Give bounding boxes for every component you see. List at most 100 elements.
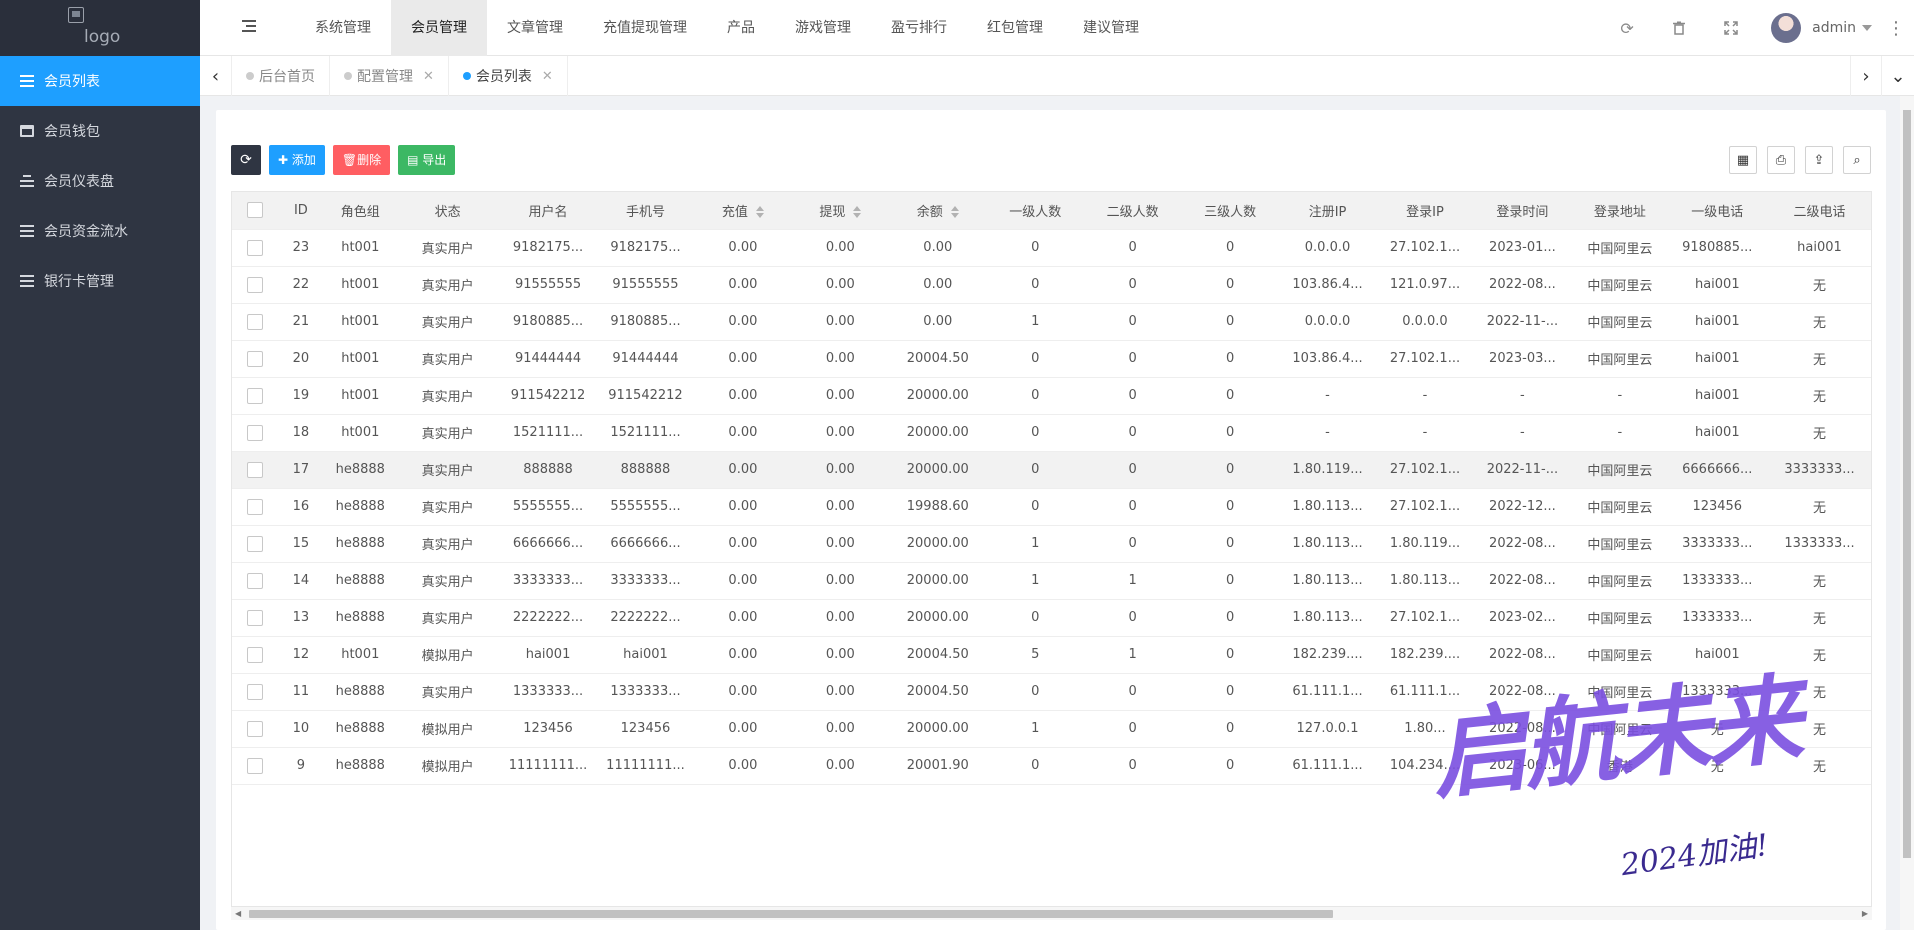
top-nav-game[interactable]: 游戏管理 [775,0,871,56]
row-checkbox[interactable] [246,276,263,293]
tab-config[interactable]: 配置管理 ✕ [330,56,449,96]
table-row[interactable]: 18 ht001 真实用户 1521111... 1521111... 0.00 0.00 2… [232,414,1871,452]
table-cell: hai001 [499,636,597,674]
column-header: 角色组 [324,192,396,230]
more-vertical-icon[interactable]: ⋮ [1878,0,1914,56]
table-cell: 2023-06... [1473,747,1572,785]
row-checkbox[interactable] [246,757,263,774]
sidebar-item-member-list[interactable]: 会员列表 [0,56,200,106]
top-nav-member[interactable]: 会员管理 [391,0,487,56]
tab-home[interactable]: 后台首页 [232,56,330,96]
sort-icon[interactable] [853,206,862,219]
vertical-scrollbar[interactable] [1900,96,1914,930]
table-row[interactable]: 20 ht001 真实用户 91444444 91444444 0.00 0.00 20004… [232,340,1871,378]
table-cell: hai001 [596,636,695,674]
scrollbar-thumb[interactable] [1903,110,1911,858]
columns-icon[interactable]: ▦ [1729,146,1757,174]
table-cell: 1333333... [1766,525,1871,563]
table-cell: he8888 [324,747,396,785]
add-button[interactable]: ✚ 添加 [269,145,325,175]
row-checkbox[interactable] [246,239,263,256]
table-row[interactable]: 16 he8888 真实用户 5555555... 5555555... 0.00 0.00… [232,488,1871,526]
scroll-left-icon[interactable]: ◀ [235,909,241,918]
close-icon[interactable]: ✕ [542,69,553,84]
table-row[interactable]: 13 he8888 真实用户 2222222... 2222222... 0.00 0.00… [232,599,1871,637]
row-checkbox[interactable] [246,387,263,404]
table-cell: - [1376,377,1474,415]
logo[interactable]: logo [0,0,200,56]
table-row[interactable]: 15 he8888 真实用户 6666666... 6666666... 0.00 0.00… [232,525,1871,563]
scroll-right-icon[interactable]: ▶ [1862,909,1868,918]
horizontal-scrollbar[interactable]: ◀ ▶ [231,906,1872,920]
sidebar-item-bank-card[interactable]: 银行卡管理 [0,256,200,306]
column-header: 一级人数 [986,192,1084,230]
refresh-icon[interactable]: ⟳ [1601,0,1653,56]
sort-icon[interactable] [755,206,764,219]
row-checkbox[interactable] [246,683,263,700]
sidebar-item-fund-flow[interactable]: 会员资金流水 [0,206,200,256]
tab-member-list[interactable]: 会员列表 ✕ [449,56,568,96]
table-row[interactable]: 11 he8888 真实用户 1333333... 1333333... 0.00 0.00… [232,673,1871,711]
user-menu[interactable]: admin [1757,0,1878,56]
row-checkbox[interactable] [246,572,263,589]
table-cell: 真实用户 [395,414,500,452]
row-checkbox[interactable] [246,535,263,552]
trash-icon[interactable] [1653,0,1705,56]
top-nav-profit-rank[interactable]: 盈亏排行 [871,0,967,56]
sidebar-toggle-icon[interactable] [242,20,256,32]
table-cell: ht001 [324,303,396,341]
table-row[interactable]: 12 ht001 模拟用户 hai001 hai001 0.00 0.00 20004.50 5… [232,636,1871,674]
sort-icon[interactable] [950,206,959,219]
column-header[interactable]: 余额 [889,192,987,230]
refresh-button[interactable]: ⟳ [231,145,261,175]
top-nav-red-packet[interactable]: 红包管理 [967,0,1063,56]
table-row[interactable]: 22 ht001 真实用户 91555555 91555555 0.00 0.00 0.00 0… [232,266,1871,304]
table-row[interactable]: 14 he8888 真实用户 3333333... 3333333... 0.00 0.00… [232,562,1871,600]
sidebar: logo 会员列表 会员钱包 会员仪表盘 会员资金流水 银行卡管理 [0,0,200,930]
top-nav-product[interactable]: 产品 [707,0,775,56]
row-checkbox[interactable] [246,424,263,441]
export-icon[interactable]: ⇪ [1805,146,1833,174]
delete-button[interactable]: 🗑删除 [332,145,391,175]
row-checkbox[interactable] [246,498,263,515]
table-cell: 11 [277,673,325,711]
column-header-label: ID [293,202,308,218]
row-checkbox[interactable] [246,720,263,737]
table-row[interactable]: 9 he8888 模拟用户 11111111... 11111111... 0.00 0.0… [232,747,1871,785]
search-icon[interactable]: ⌕ [1843,146,1871,174]
chevron-down-icon[interactable]: ⌄ [1882,56,1914,96]
table-cell: 中国阿里云 [1571,599,1669,637]
row-checkbox[interactable] [246,609,263,626]
table-cell: 21 [277,303,325,341]
row-checkbox[interactable] [246,313,263,330]
chevron-left-icon[interactable]: ‹ [200,56,232,96]
table-cell: 61.111.1... [1278,747,1377,785]
sidebar-item-member-dashboard[interactable]: 会员仪表盘 [0,156,200,206]
sidebar-item-member-wallet[interactable]: 会员钱包 [0,106,200,156]
table-row[interactable]: 10 he8888 模拟用户 123456 123456 0.00 0.00 20000.00… [232,710,1871,748]
table-cell: 2022-08... [1473,710,1572,748]
table-row[interactable]: 23 ht001 真实用户 9182175... 9182175... 0.00 0.00 0… [232,229,1871,267]
column-header[interactable]: 充值 [694,192,792,230]
export-button[interactable]: ▤ 导出 [398,145,456,175]
top-nav-recharge-withdraw[interactable]: 充值提现管理 [583,0,707,56]
select-all-checkbox[interactable] [246,202,263,219]
fullscreen-icon[interactable] [1705,0,1757,56]
top-nav-article[interactable]: 文章管理 [487,0,583,56]
table-cell: he8888 [324,562,396,600]
close-icon[interactable]: ✕ [423,69,434,84]
scrollbar-thumb[interactable] [249,910,1333,918]
print-icon[interactable]: ⎙ [1767,146,1795,174]
table-row[interactable]: 17 he8888 真实用户 888888 888888 0.00 0.00 20000.00… [232,451,1871,489]
table-cell: 27.102.1... [1376,488,1474,526]
table-row[interactable]: 19 ht001 真实用户 911542212 911542212 0.00 0.00 200… [232,377,1871,415]
table-cell: 0 [1083,488,1182,526]
row-checkbox[interactable] [246,461,263,478]
top-nav-system[interactable]: 系统管理 [295,0,391,56]
column-header[interactable]: 提现 [791,192,890,230]
top-nav-suggestion[interactable]: 建议管理 [1063,0,1159,56]
table-row[interactable]: 21 ht001 真实用户 9180885... 9180885... 0.00 0.00 0… [232,303,1871,341]
chevron-right-icon[interactable]: › [1850,56,1882,96]
row-checkbox[interactable] [246,350,263,367]
row-checkbox[interactable] [246,646,263,663]
